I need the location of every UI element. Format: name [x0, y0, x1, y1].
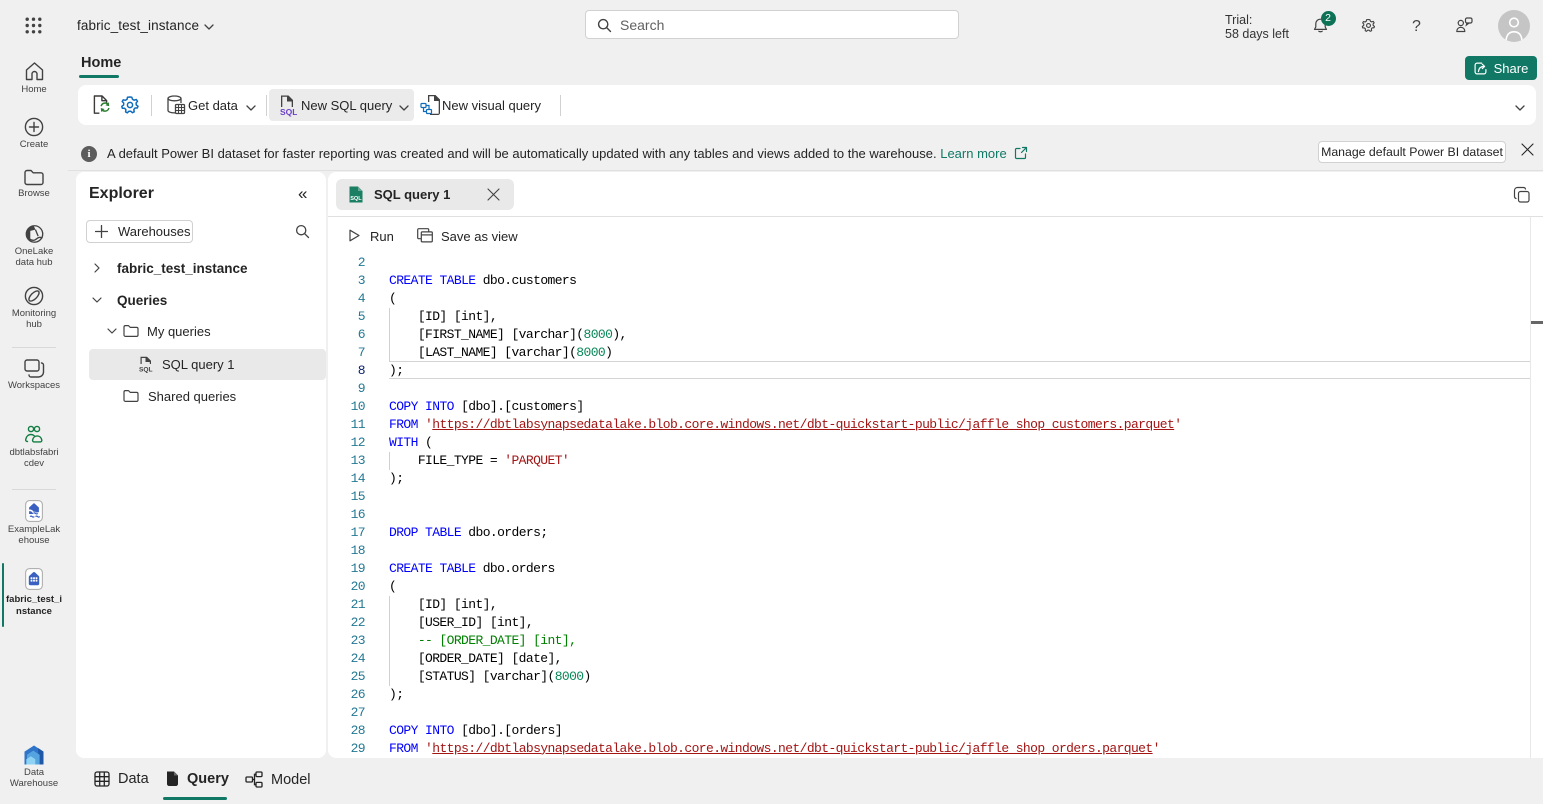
svg-text:SQL: SQL: [280, 107, 297, 117]
svg-text:SQL: SQL: [139, 366, 153, 373]
svg-text:?: ?: [1412, 18, 1421, 34]
svg-text:SQL: SQL: [350, 196, 362, 202]
